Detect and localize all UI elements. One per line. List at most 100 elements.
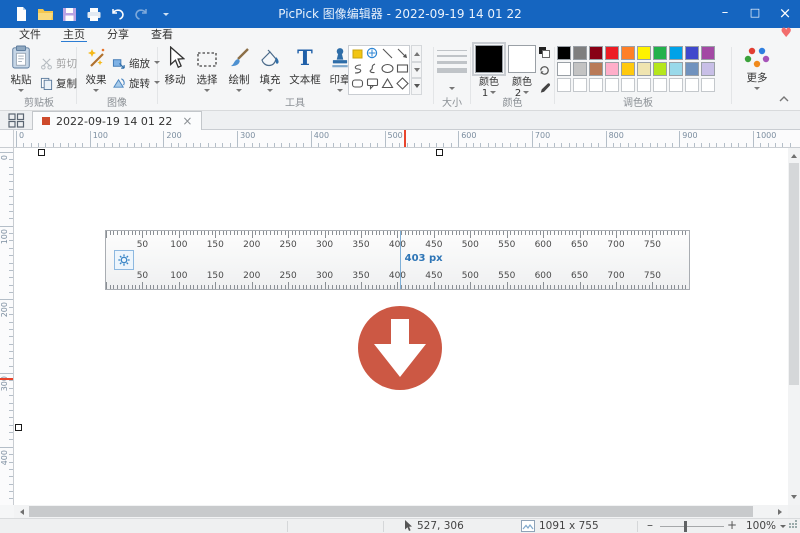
swap-colors-button[interactable]	[538, 46, 551, 59]
color2-button[interactable]: 颜色2	[507, 45, 537, 99]
tab-home[interactable]: 主页	[52, 28, 96, 42]
palette-swatch-r2-c7[interactable]	[653, 62, 667, 76]
fill-tool-button[interactable]: 填充	[255, 44, 285, 100]
palette-swatch-r2-c5[interactable]	[621, 62, 635, 76]
palette-swatch-r3-c4[interactable]	[605, 78, 619, 92]
open-file-button[interactable]	[36, 4, 55, 24]
shape-line-icon[interactable]	[380, 46, 395, 61]
vertical-scrollbar[interactable]	[788, 148, 800, 505]
palette-swatch-r1-c8[interactable]	[669, 46, 683, 60]
selection-handle-top-center[interactable]	[436, 149, 443, 156]
cut-button[interactable]: 剪切	[40, 54, 77, 72]
shape-arrow-line-icon[interactable]	[395, 46, 410, 61]
ruler-image-tick	[270, 285, 271, 289]
palette-swatch-r3-c6[interactable]	[637, 78, 651, 92]
copy-button[interactable]: 复制	[40, 74, 77, 92]
shape-callout-icon[interactable]	[365, 76, 380, 91]
palette-swatch-r3-c3[interactable]	[589, 78, 603, 92]
palette-swatch-r2-c6[interactable]	[637, 62, 651, 76]
palette-swatch-r1-c5[interactable]	[621, 46, 635, 60]
move-tool-button[interactable]: 移动	[160, 44, 190, 100]
palette-swatch-r3-c1[interactable]	[557, 78, 571, 92]
shape-ellipse-icon[interactable]	[380, 61, 395, 76]
shape-rectangle-icon[interactable]	[395, 61, 410, 76]
palette-swatch-r2-c8[interactable]	[669, 62, 683, 76]
gallery-scroll-down-button[interactable]	[411, 62, 422, 79]
shape-freeform-icon[interactable]	[365, 61, 380, 76]
palette-swatch-r2-c9[interactable]	[685, 62, 699, 76]
horizontal-scrollbar[interactable]	[14, 505, 788, 518]
palette-swatch-r3-c10[interactable]	[701, 78, 715, 92]
zoom-slider-thumb[interactable]	[684, 521, 687, 532]
palette-swatch-r1-c10[interactable]	[701, 46, 715, 60]
tab-view[interactable]: 查看	[140, 28, 184, 42]
canvas-viewport[interactable]: 403 px 505010010015015020020025025030030…	[14, 148, 788, 505]
maximize-button[interactable]: □	[740, 0, 770, 28]
close-button[interactable]: ×	[770, 0, 800, 28]
save-button[interactable]	[60, 4, 79, 24]
gallery-scroll-up-button[interactable]	[411, 45, 422, 62]
shape-diamond-icon[interactable]	[395, 76, 410, 91]
palette-swatch-r2-c3[interactable]	[589, 62, 603, 76]
arrange-windows-icon[interactable]	[8, 113, 25, 128]
selection-handle-top-left[interactable]	[38, 149, 45, 156]
document-tab[interactable]: 2022-09-19 14 01 22 ×	[32, 111, 202, 130]
palette-swatch-r1-c6[interactable]	[637, 46, 651, 60]
undo-button[interactable]	[108, 4, 127, 24]
scroll-up-button[interactable]	[788, 148, 800, 161]
redo-button[interactable]	[132, 4, 151, 24]
palette-swatch-r3-c9[interactable]	[685, 78, 699, 92]
palette-swatch-r1-c2[interactable]	[573, 46, 587, 60]
shape-highlight-icon[interactable]	[350, 46, 365, 61]
palette-swatch-r2-c4[interactable]	[605, 62, 619, 76]
tab-file[interactable]: 文件	[8, 28, 52, 42]
resize-grip[interactable]	[789, 523, 791, 525]
zoom-in-button[interactable]: +	[726, 519, 738, 533]
zoom-slider-track[interactable]	[660, 526, 724, 527]
color1-button[interactable]: 颜色1	[474, 45, 504, 99]
draw-tool-button[interactable]: 绘制	[224, 44, 254, 100]
textbox-tool-button[interactable]: T 文本框	[285, 44, 325, 100]
resize-button[interactable]: 缩放	[112, 54, 160, 72]
palette-swatch-r1-c7[interactable]	[653, 46, 667, 60]
zoom-level[interactable]: 100%	[746, 519, 786, 533]
palette-swatch-r2-c10[interactable]	[701, 62, 715, 76]
shape-circle-crosshair-icon[interactable]	[365, 46, 380, 61]
shape-triangle-icon[interactable]	[380, 76, 395, 91]
rotate-button[interactable]: 旋转	[112, 74, 160, 92]
palette-swatch-r3-c5[interactable]	[621, 78, 635, 92]
paste-button[interactable]: 粘贴	[5, 44, 37, 96]
collapse-ribbon-button[interactable]	[778, 94, 792, 106]
scroll-down-button[interactable]	[788, 492, 800, 505]
palette-swatch-r1-c4[interactable]	[605, 46, 619, 60]
scroll-right-button[interactable]	[775, 505, 788, 518]
scroll-left-button[interactable]	[14, 505, 27, 518]
heart-icon[interactable]: ♥	[780, 26, 792, 42]
palette-swatch-r2-c2[interactable]	[573, 62, 587, 76]
palette-swatch-r3-c2[interactable]	[573, 78, 587, 92]
palette-swatch-r1-c9[interactable]	[685, 46, 699, 60]
horizontal-scroll-thumb[interactable]	[29, 506, 753, 517]
document-tab-close-icon[interactable]: ×	[182, 115, 192, 127]
ruler-image-tick	[397, 282, 398, 289]
palette-swatch-r3-c7[interactable]	[653, 78, 667, 92]
reset-colors-button[interactable]	[538, 64, 551, 77]
vertical-scroll-thumb[interactable]	[789, 163, 799, 385]
select-tool-button[interactable]: 选择	[192, 44, 222, 100]
gallery-more-button[interactable]	[411, 78, 422, 95]
palette-swatch-r1-c1[interactable]	[557, 46, 571, 60]
palette-swatch-r2-c1[interactable]	[557, 62, 571, 76]
effects-button[interactable]: 效果	[80, 44, 112, 96]
shape-curve-icon[interactable]	[350, 61, 365, 76]
palette-swatch-r3-c8[interactable]	[669, 78, 683, 92]
shape-rounded-rectangle-icon[interactable]	[350, 76, 365, 91]
more-colors-button[interactable]: 更多	[736, 46, 778, 93]
new-file-button[interactable]	[12, 4, 31, 24]
palette-swatch-r1-c3[interactable]	[589, 46, 603, 60]
line-size-button[interactable]	[434, 50, 470, 93]
tab-share[interactable]: 分享	[96, 28, 140, 42]
zoom-out-button[interactable]: –	[644, 519, 656, 533]
print-button[interactable]	[84, 4, 103, 24]
selection-handle-middle-left[interactable]	[15, 424, 22, 431]
minimize-button[interactable]: –	[710, 0, 740, 28]
